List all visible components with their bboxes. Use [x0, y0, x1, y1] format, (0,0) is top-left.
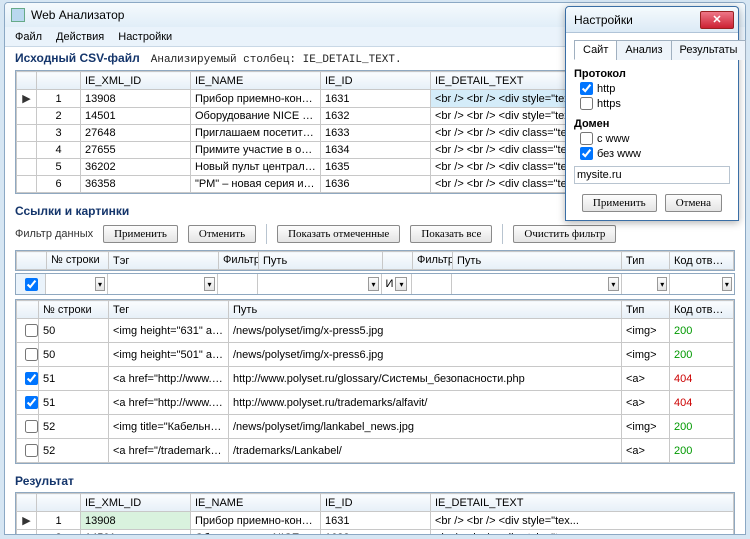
col-rownum[interactable]: № строки — [47, 252, 109, 270]
col-path2[interactable]: Путь — [453, 252, 622, 270]
filter-tag[interactable] — [110, 277, 204, 291]
http-checkbox[interactable] — [580, 82, 593, 95]
row-checkbox[interactable] — [25, 348, 38, 361]
app-icon — [11, 8, 25, 22]
rcol-detail[interactable]: IE_DETAIL_TEXT — [431, 494, 734, 512]
menu-file[interactable]: Файл — [15, 31, 42, 43]
col-type[interactable]: Тип — [622, 252, 670, 270]
result-title: Результат — [15, 474, 74, 488]
filter-path2[interactable] — [454, 277, 608, 291]
filter-type[interactable] — [624, 277, 657, 291]
separator — [502, 224, 503, 244]
dialog-titlebar[interactable]: Настройки ✕ — [566, 7, 738, 33]
col-path[interactable]: Путь — [259, 252, 383, 270]
domain-label: Домен — [574, 118, 730, 130]
http-label: http — [597, 83, 615, 95]
tab-analysis[interactable]: Анализ — [616, 40, 671, 60]
col-id[interactable]: IE_ID — [321, 72, 431, 90]
filter-op: И — [386, 278, 394, 290]
table-row[interactable]: 50<img height="631" alt="Ко.../news/poly… — [17, 319, 734, 343]
dropdown-icon[interactable]: ▾ — [657, 277, 667, 291]
dialog-tabs: Сайт Анализ Результаты — [574, 39, 730, 60]
filter-path[interactable] — [260, 277, 368, 291]
dropdown-icon[interactable]: ▾ — [395, 277, 407, 291]
rcol-id[interactable]: IE_ID — [321, 494, 431, 512]
dropdown-icon[interactable]: ▾ — [368, 277, 379, 291]
row-checkbox[interactable] — [25, 420, 38, 433]
col-code[interactable]: Код ответа — [670, 252, 734, 270]
source-title: Исходный CSV-файл — [15, 51, 140, 65]
filter-code[interactable] — [672, 277, 722, 291]
filter-label: Фильтр данных — [15, 228, 93, 240]
links-title: Ссылки и картинки — [15, 204, 129, 218]
filter-rownum[interactable] — [48, 277, 95, 291]
dialog-title: Настройки — [574, 13, 633, 27]
with-www-label: с www — [597, 133, 629, 145]
result-grid[interactable]: IE_XML_ID IE_NAME IE_ID IE_DETAIL_TEXT ▶… — [15, 492, 735, 535]
table-row[interactable]: 2 14501Оборудование NICE тепер..1632 <br… — [17, 530, 734, 536]
without-www-label: без www — [597, 148, 641, 160]
dropdown-icon[interactable]: ▾ — [95, 277, 105, 291]
col2-type[interactable]: Тип — [622, 301, 670, 319]
protocol-label: Протокол — [574, 68, 730, 80]
with-www-checkbox[interactable] — [580, 132, 593, 145]
dialog-cancel-button[interactable]: Отмена — [665, 194, 722, 212]
result-section: Результат — [5, 470, 745, 490]
table-row[interactable]: 52<a href="/trademarks/Lank.../trademark… — [17, 439, 734, 463]
filter-row: ▾ ▾ ▾ И▾ ▾ ▾ ▾ — [15, 273, 735, 295]
table-row[interactable]: 51<a href="http://www.polyset...http://w… — [17, 367, 734, 391]
window-title: Web Анализатор — [31, 8, 124, 22]
col2-rownum[interactable]: № строки — [39, 301, 109, 319]
table-row[interactable]: 52<img title="Кабельная про.../news/poly… — [17, 415, 734, 439]
links-grid[interactable]: № строки Тег Путь Тип Код ответа 50<img … — [15, 299, 735, 464]
col2-tag[interactable]: Тег — [109, 301, 229, 319]
apply-button[interactable]: Применить — [103, 225, 178, 243]
table-row[interactable]: ▶ 1 13908Прибор приемно-контрол...1631 <… — [17, 512, 734, 530]
source-subtitle: Анализируемый столбец: IE_DETAIL_TEXT. — [151, 54, 402, 66]
col2-path[interactable]: Путь — [229, 301, 622, 319]
tab-site[interactable]: Сайт — [574, 40, 617, 60]
menu-settings[interactable]: Настройки — [118, 31, 172, 43]
links-toolbar: Фильтр данных Применить Отменить Показат… — [5, 220, 745, 248]
dropdown-icon[interactable]: ▾ — [608, 277, 619, 291]
cancel-button[interactable]: Отменить — [188, 225, 256, 243]
row-checkbox[interactable] — [25, 324, 38, 337]
show-all-button[interactable]: Показать все — [410, 225, 492, 243]
tab-results[interactable]: Результаты — [671, 40, 747, 60]
table-row[interactable]: 51<a href="http://www.polyset...http://w… — [17, 391, 734, 415]
show-marked-button[interactable]: Показать отмеченные — [277, 225, 400, 243]
settings-dialog: Настройки ✕ Сайт Анализ Результаты Прото… — [565, 6, 739, 221]
row-checkbox[interactable] — [25, 396, 38, 409]
dialog-apply-button[interactable]: Применить — [582, 194, 657, 212]
col-filter-path[interactable]: Фильтр пути — [219, 252, 259, 270]
https-label: https — [597, 98, 621, 110]
rcol-name[interactable]: IE_NAME — [191, 494, 321, 512]
menu-actions[interactable]: Действия — [56, 31, 104, 43]
dialog-close-button[interactable]: ✕ — [700, 11, 734, 29]
separator — [266, 224, 267, 244]
col-filter-path2[interactable]: Фильтр пути — [413, 252, 453, 270]
filter-checkbox[interactable] — [25, 278, 38, 291]
domain-input[interactable] — [574, 166, 730, 184]
clear-filter-button[interactable]: Очистить фильтр — [513, 225, 616, 243]
rcol-xml-id[interactable]: IE_XML_ID — [81, 494, 191, 512]
table-row[interactable]: 50<img height="501" alt="Ко.../news/poly… — [17, 343, 734, 367]
col-name[interactable]: IE_NAME — [191, 72, 321, 90]
links-filter-header: № строки Тэг Фильтр пути Путь Фильтр пут… — [15, 250, 735, 271]
col2-code[interactable]: Код ответа — [670, 301, 734, 319]
https-checkbox[interactable] — [580, 97, 593, 110]
dropdown-icon[interactable]: ▾ — [722, 277, 732, 291]
col-xml-id[interactable]: IE_XML_ID — [81, 72, 191, 90]
row-checkbox[interactable] — [25, 372, 38, 385]
without-www-checkbox[interactable] — [580, 147, 593, 160]
col-tag[interactable]: Тэг — [109, 252, 219, 270]
row-checkbox[interactable] — [25, 444, 38, 457]
dropdown-icon[interactable]: ▾ — [204, 277, 215, 291]
